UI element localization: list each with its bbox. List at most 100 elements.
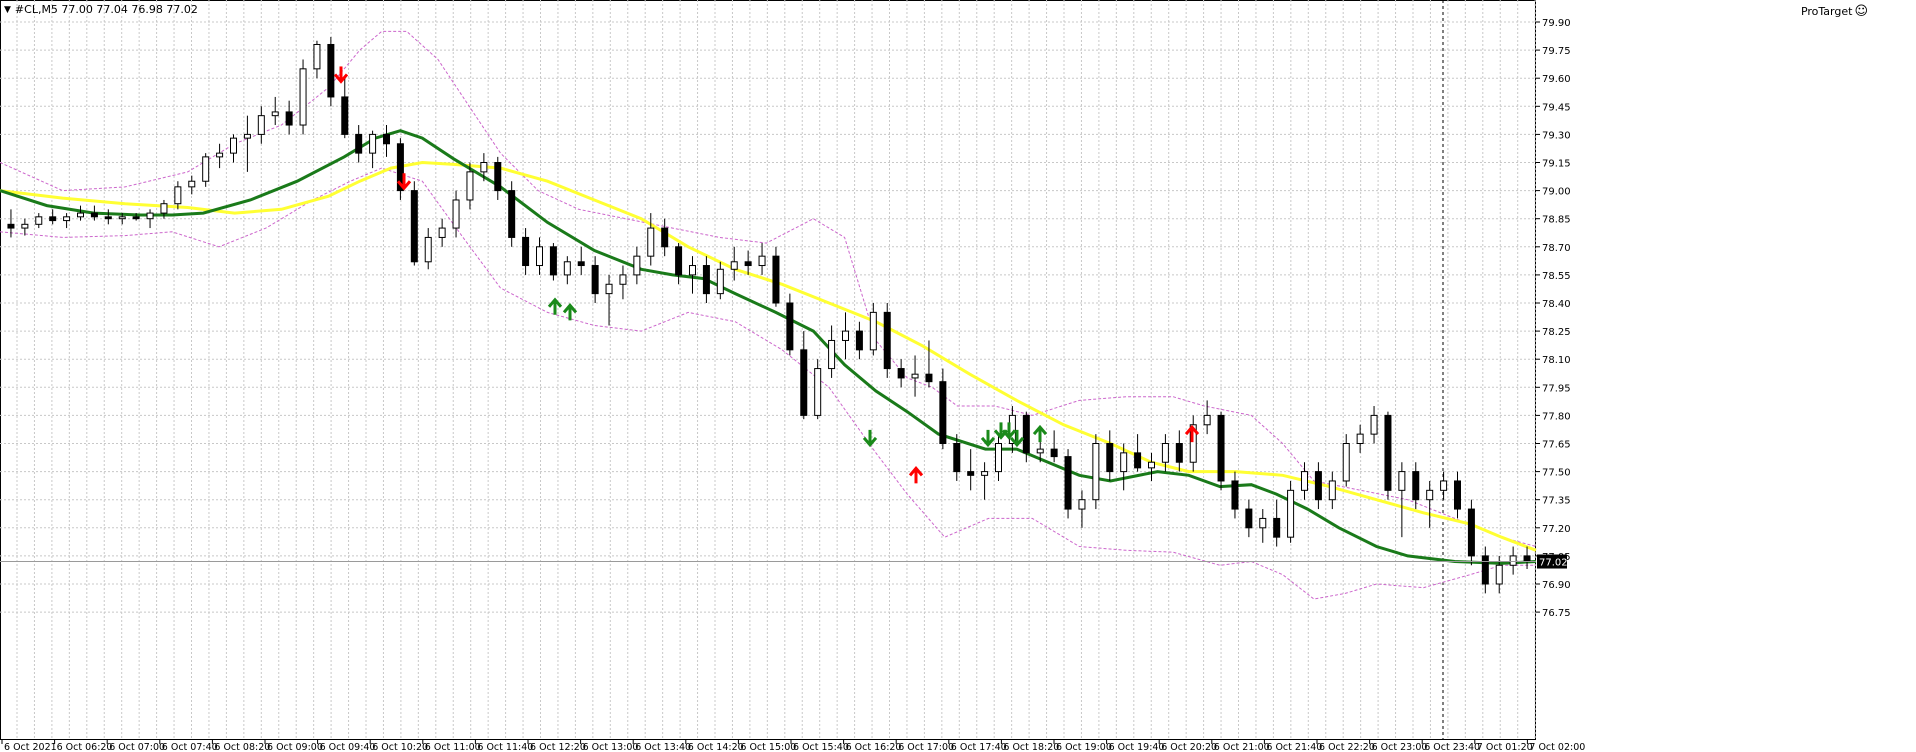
candle-bull [1328, 480, 1336, 501]
candle-bull [995, 443, 1002, 473]
candle-bear [383, 133, 390, 145]
x-tick-label: 6 Oct 21:40 [1266, 742, 1322, 752]
y-tick-label: 79.90 [1542, 18, 1571, 29]
candle-bull [1426, 489, 1434, 501]
y-tick-label: 77.50 [1542, 468, 1571, 479]
x-axis: 6 Oct 2021 6 Oct 06:206 Oct 07:006 Oct 07… [1, 740, 1585, 752]
candle-bull [814, 368, 822, 416]
candle-bear [772, 255, 780, 304]
candle-bear [7, 223, 15, 229]
x-tick-label: 6 Oct 15:00 [740, 742, 796, 752]
y-tick-label: 77.80 [1542, 411, 1571, 422]
candle-bear [855, 330, 863, 351]
y-tick-label: 79.15 [1542, 159, 1571, 170]
y-tick-label: 79.75 [1542, 46, 1571, 57]
candle-bear [925, 373, 933, 383]
candle-bear [90, 212, 98, 218]
x-tick-label: 7 Oct 01:20 [1477, 742, 1533, 752]
x-tick-label: 6 Oct 07:40 [162, 742, 218, 752]
signal-down-arrow-icon [980, 429, 996, 448]
candle-bull [1092, 443, 1100, 501]
x-tick-label: 6 Oct 12:20 [530, 742, 586, 752]
x-tick-label: 6 Oct 22:20 [1319, 742, 1375, 752]
signal-up-arrow-icon [908, 466, 924, 484]
signal-up-arrow-icon [1032, 424, 1048, 443]
candle-bear [49, 216, 57, 222]
chart-window: 79.90 79.75 79.60 79.45 79.30 79.15 79.00 78.85… [0, 0, 1916, 752]
symbol-header: ▼ #CL,M5 77.00 77.04 76.98 77.02 [4, 3, 198, 16]
candle-bull [1259, 517, 1267, 529]
candle-bear [1022, 414, 1030, 454]
x-tick-label: 6 Oct 20:20 [1161, 742, 1217, 752]
y-tick-label: 79.00 [1542, 187, 1571, 198]
candle-bear [577, 261, 585, 267]
x-tick-label: 6 Oct 19:00 [1056, 742, 1112, 752]
candle-bear [1467, 508, 1475, 557]
candle-bear [897, 368, 905, 379]
candle-bull [118, 216, 126, 220]
x-tick-label: 6 Oct 10:20 [372, 742, 428, 752]
candle-bear [549, 246, 557, 276]
x-tick-label: 6 Oct 09:00 [267, 742, 323, 752]
y-tick-label: 78.25 [1542, 327, 1571, 338]
candle-bull [438, 227, 446, 238]
collapse-triangle-icon[interactable]: ▼ [4, 5, 11, 15]
candle-bull [633, 255, 641, 276]
candle-bull [647, 227, 655, 257]
candle-bull [299, 68, 307, 126]
x-tick-label: 6 Oct 13:00 [583, 742, 639, 752]
signal-up-arrow-icon [547, 297, 563, 315]
x-tick-label: 6 Oct 08:20 [214, 742, 270, 752]
band-layer [0, 30, 1537, 600]
candle-bear [953, 443, 961, 473]
candle-bear [341, 96, 349, 135]
candle-bull [1301, 471, 1308, 491]
candle-bear [1231, 480, 1239, 510]
candle-bull [1120, 452, 1128, 473]
y-tick-label: 77.65 [1542, 440, 1571, 451]
candle-bull [563, 261, 571, 276]
candle-bear [327, 43, 335, 98]
candle-bear [1454, 480, 1461, 510]
price-tag-layer: 77.02 [0, 554, 1568, 569]
candle-layer [7, 36, 1531, 594]
candle-bull [216, 152, 224, 158]
candle-bull [160, 203, 168, 214]
candle-bull [146, 212, 154, 220]
x-tick-label: 6 Oct 09:40 [320, 742, 376, 752]
brand-text: ProTarget [1800, 5, 1853, 18]
x-tick-label: 6 Oct 23:40 [1424, 742, 1480, 752]
candle-bear [1412, 471, 1420, 501]
y-tick-label: 79.30 [1542, 130, 1571, 141]
candle-bear [1050, 448, 1058, 458]
candle-bull [257, 115, 265, 135]
candle-bull [1440, 480, 1448, 491]
symbol-info: #CL,M5 77.00 77.04 76.98 77.02 [14, 3, 198, 16]
candle-bull [1356, 433, 1364, 444]
candle-bear [883, 311, 891, 370]
candle-bull [869, 311, 877, 351]
candle-bull [243, 133, 251, 139]
brand-label: ProTarget ☺ [1801, 4, 1868, 19]
candle-bear [410, 190, 418, 263]
candle-bear [1314, 471, 1322, 501]
x-tick-label: 6 Oct 19:40 [1109, 742, 1165, 752]
candle-bear [522, 236, 530, 267]
x-tick-label: 6 Oct 17:40 [951, 742, 1007, 752]
band-lower-line [0, 167, 1536, 600]
y-tick-label: 77.95 [1542, 383, 1571, 394]
candle-bear [494, 162, 502, 192]
candle-bull [188, 180, 196, 188]
candle-bull [313, 43, 321, 70]
candle-bear [1175, 443, 1183, 463]
y-tick-label: 76.90 [1542, 580, 1571, 591]
y-tick-label: 79.45 [1542, 102, 1571, 113]
price-chart[interactable]: 79.90 79.75 79.60 79.45 79.30 79.15 79.00 78.85… [0, 0, 1916, 752]
band-upper-line [0, 30, 1537, 547]
x-tick-label: 6 Oct 2021 [4, 742, 57, 752]
candle-bear [132, 216, 140, 220]
candle-bear [285, 111, 293, 126]
y-tick-label: 78.10 [1542, 355, 1571, 366]
candle-bull [35, 216, 43, 225]
candle-bull [1148, 461, 1155, 469]
